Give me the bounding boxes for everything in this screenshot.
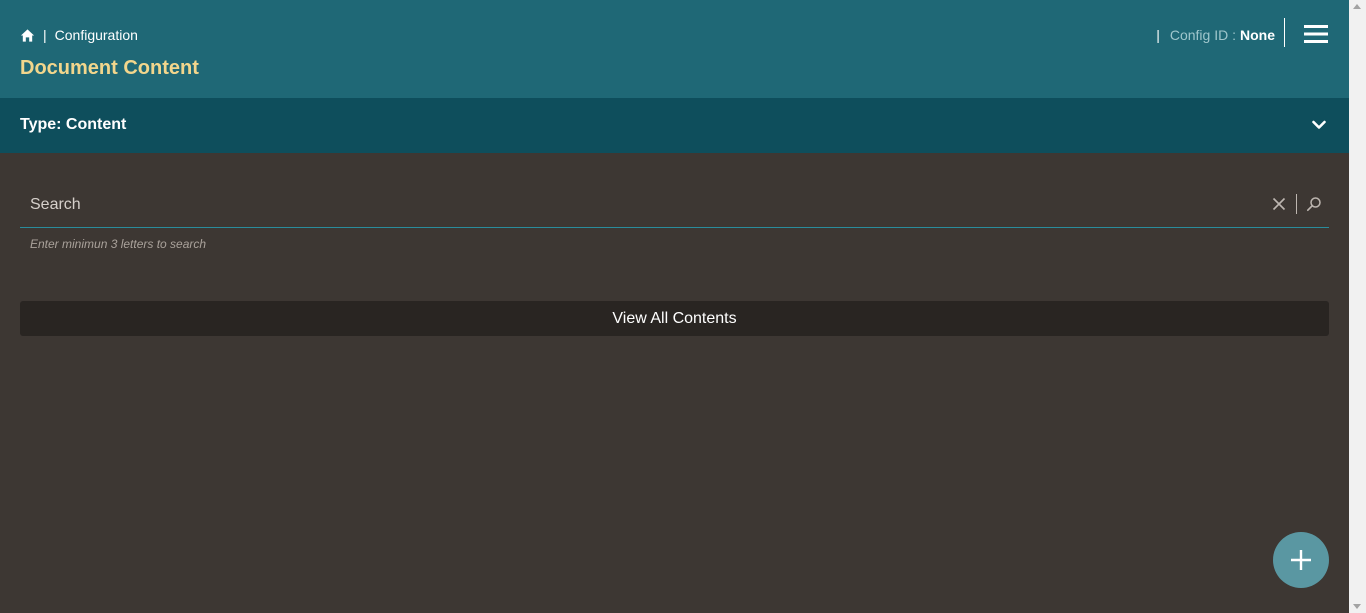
hamburger-menu-icon[interactable] [1300, 22, 1332, 46]
add-button[interactable] [1273, 532, 1329, 588]
close-icon[interactable] [1272, 197, 1286, 211]
breadcrumb-separator: | [43, 27, 47, 43]
search-icon[interactable] [1306, 196, 1322, 212]
chevron-down-icon[interactable] [1311, 117, 1327, 133]
view-all-contents-button[interactable]: View All Contents [20, 301, 1329, 336]
search-field [20, 186, 1329, 228]
search-input[interactable] [20, 186, 1260, 224]
scroll-up-arrow-icon[interactable] [1353, 4, 1361, 9]
page: | Configuration Document Content | Confi… [0, 0, 1349, 613]
home-icon[interactable] [20, 28, 35, 43]
search-divider [1296, 194, 1297, 214]
page-title: Document Content [20, 57, 199, 79]
scroll-down-arrow-icon[interactable] [1353, 604, 1361, 609]
type-selector-bar[interactable]: Type: Content [0, 98, 1349, 153]
breadcrumb-configuration[interactable]: Configuration [55, 27, 138, 43]
config-id-display: | Config ID : None [1156, 26, 1275, 44]
header-divider [1284, 18, 1285, 47]
plus-icon [1291, 550, 1311, 570]
config-id-label: Config ID : [1169, 27, 1236, 43]
config-id-value: None [1240, 27, 1275, 43]
app-header: | Configuration Document Content | Confi… [0, 0, 1349, 98]
vertical-scrollbar[interactable] [1349, 0, 1366, 613]
breadcrumb: | Configuration [20, 26, 138, 44]
config-separator: | [1156, 27, 1160, 43]
type-selector-label: Type: Content [20, 116, 127, 133]
search-hint: Enter minimun 3 letters to search [30, 237, 207, 251]
